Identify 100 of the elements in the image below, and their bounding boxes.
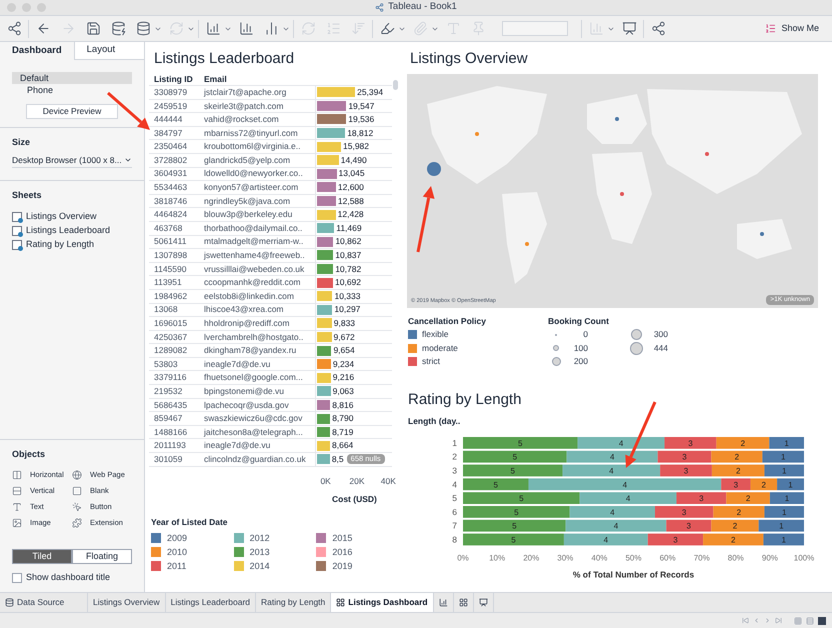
sheet-item[interactable]: Listings Leaderboard [26, 224, 110, 238]
bar-segment [713, 506, 764, 518]
value-label: 10,837 [335, 249, 362, 262]
segment-label: 5 [510, 466, 516, 476]
table-cell-text: 3728802 [153, 154, 188, 167]
table-cell-text: hholdronip@rediff.com [204, 317, 290, 330]
segment-label: 1 [784, 438, 789, 448]
section-heading: Objects [12, 448, 46, 461]
tab-view-icon[interactable] [818, 616, 826, 624]
segment-label: 1 [782, 466, 786, 476]
tick-label: 100% [794, 553, 814, 562]
bar-segment [764, 506, 804, 518]
segment-label: 4 [618, 438, 624, 448]
value-label: 9,234 [332, 358, 354, 371]
segment-label: 2 [734, 452, 740, 462]
dashboard-icon [336, 598, 346, 607]
category-label: 7 [452, 520, 457, 530]
text-icon [12, 502, 22, 512]
table-cell-text: lpachecoqr@usda.gov [204, 398, 290, 412]
segment-label: 5 [514, 508, 519, 517]
value-label: 10,692 [335, 276, 362, 289]
segment-label: 1 [780, 452, 786, 462]
table-cell-text: 384797 [153, 126, 184, 140]
bar-segment [758, 520, 804, 532]
tick-label: 0K [319, 474, 332, 488]
segment-label: 4 [614, 521, 618, 530]
table-cell-text: 2350464 [153, 140, 188, 154]
bar-segment [726, 492, 770, 504]
table-cell-text: 1145590 [153, 262, 188, 276]
legend-label: 2013 [250, 546, 270, 559]
new-story-icon [478, 598, 488, 607]
table-cell-text: 5686435 [153, 398, 188, 412]
value-label: 12,600 [338, 181, 364, 194]
table-cell-text: 463768 [153, 222, 184, 235]
segment-label: 1 [782, 508, 786, 517]
sheet-tab[interactable]: Listings Dashboard [331, 593, 434, 612]
value-label: 9,672 [334, 330, 355, 344]
checkbox[interactable] [12, 573, 22, 583]
sheet-title: Rating by Length [408, 390, 522, 410]
category-label: 1 [452, 438, 457, 448]
section-heading: Sheets [12, 188, 43, 202]
segment-label: 2 [746, 494, 750, 503]
value-label: 19,536 [348, 113, 374, 126]
table-cell-text: jaitcheson8a@telegraph... [204, 426, 304, 439]
segment-label: 2 [762, 480, 766, 490]
table-cell-text: kroubottom6l@virginia.e.. [204, 140, 302, 154]
sheet-check-icon [12, 226, 22, 236]
table-cell-text: fhuetsonel@google.com... [204, 371, 304, 384]
category-label: 3 [452, 465, 457, 476]
panel-tab[interactable]: Layout [74, 42, 144, 60]
size-dropdown[interactable]: Desktop Browser (1000 x 8... [12, 154, 132, 168]
tick-label: 30% [557, 553, 574, 562]
device-item[interactable]: Default [12, 72, 132, 84]
annotation-arrow [625, 401, 656, 468]
segment-label: 5 [512, 452, 518, 462]
table-cell-text: vrussilllai@webeden.co.uk [204, 262, 306, 276]
row-header: Length (day.. [408, 415, 462, 428]
device-preview-button[interactable]: Device Preview [26, 104, 118, 119]
new-sheet-icon [438, 598, 448, 607]
bar-segment [777, 478, 804, 490]
legend-label: 2019 [332, 560, 352, 573]
scrollbar[interactable] [393, 80, 398, 90]
first-icon[interactable] [742, 617, 749, 624]
axis-title: Cost (USD) [331, 493, 378, 506]
legend-label: 100 [572, 342, 588, 355]
layout-toggle[interactable]: Tiled [12, 549, 72, 564]
table-cell-text: 2459519 [153, 100, 188, 112]
table-cell-text: eelstob8i@linkedin.com [204, 290, 295, 303]
category-label: 8 [452, 534, 457, 544]
table-cell-text: ldowelld0@newyorker.co.. [204, 167, 304, 180]
table-cell-text: jstclair7t@apache.org [204, 86, 288, 99]
value-label: 14,490 [340, 154, 367, 167]
device-item[interactable]: Phone [12, 84, 132, 96]
legend-label: 2015 [332, 532, 352, 545]
sheet-item[interactable]: Listings Overview [26, 210, 97, 224]
legend-label: 2014 [250, 560, 270, 573]
table-cell-text: 4464824 [153, 208, 188, 222]
column-header: Listing ID [153, 73, 194, 86]
table-cell-text: 5534463 [153, 181, 188, 194]
legend-title: Booking Count [548, 315, 610, 328]
table-cell-text: 1488166 [153, 426, 188, 439]
bar-segment [770, 492, 804, 504]
table-cell-text: 3818746 [153, 194, 188, 208]
table-cell-text: clincolndz@guardian.co.uk [204, 452, 307, 466]
segment-label: 5 [518, 438, 523, 448]
segment-label: 2 [740, 438, 746, 448]
segment-label: 3 [682, 508, 686, 517]
table-cell-text: glandrickd5@yelp.com [204, 154, 292, 167]
checkbox-label: Show dashboard title [26, 571, 110, 584]
sheet-title: Listings Leaderboard [153, 49, 296, 69]
layout-toggle[interactable]: Floating [72, 549, 132, 564]
segment-label: 3 [684, 466, 688, 476]
segment-label: 5 [512, 521, 517, 530]
sheet-item[interactable]: Rating by Length [26, 238, 94, 252]
segment-label: 5 [494, 480, 498, 490]
last-icon[interactable] [775, 617, 782, 624]
tick-label: 10% [489, 553, 506, 562]
bar-segment [762, 450, 804, 462]
show-me-button[interactable]: Show Me [765, 22, 829, 36]
rows-icon [12, 486, 22, 496]
